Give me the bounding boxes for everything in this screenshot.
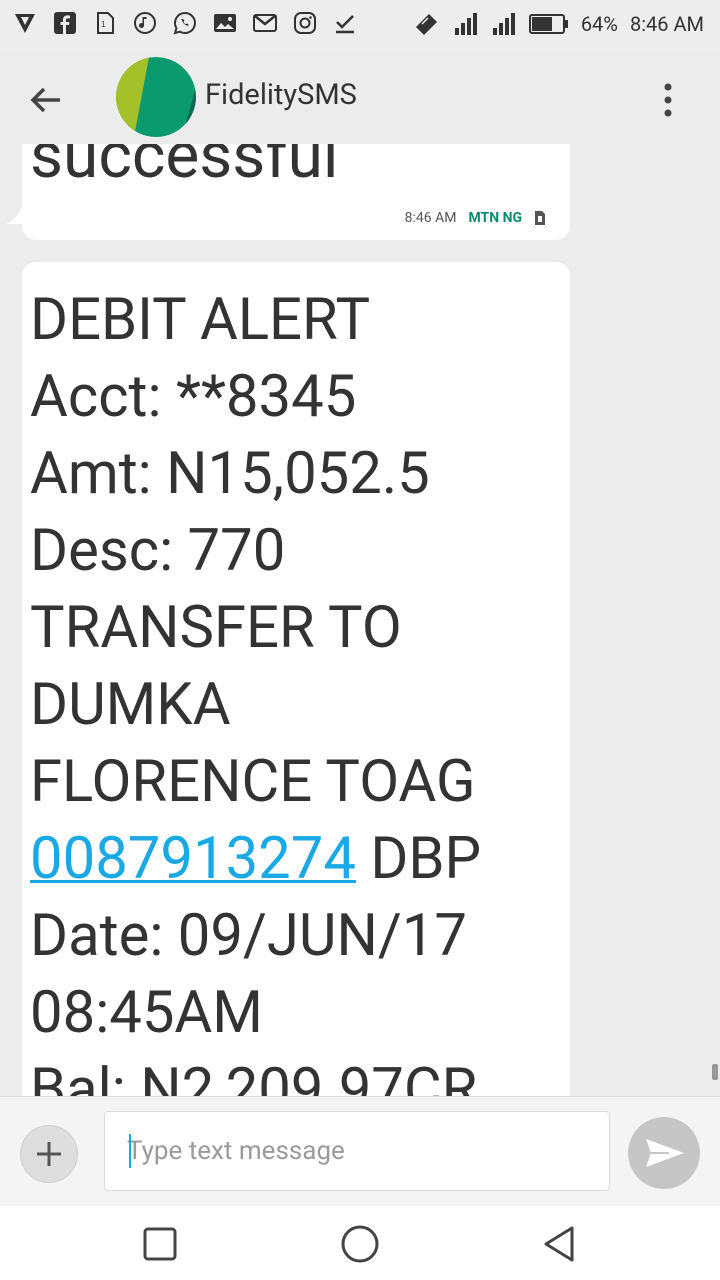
battery-icon [528,14,568,34]
status-bar: 1 64% 8:46 AM [0,0,720,52]
message-line: DEBIT ALERT [30,286,371,354]
carrier-label: MTN NG [468,210,522,226]
triangle-back-icon [544,1226,574,1262]
whatsapp-icon [172,10,198,36]
message-line: Amt: N15,052.5 [30,440,430,508]
signal-icon [492,13,515,35]
send-button[interactable] [628,1117,700,1189]
message-list[interactable]: successful 8:46 AM MTN NG DEBIT ALERT Ac… [0,144,720,1096]
send-icon [646,1139,684,1167]
message-time: 8:46 AM [404,210,457,226]
system-icons: 64% 8:46 AM [413,11,704,37]
plus-icon [37,1142,61,1166]
back-nav-button[interactable] [536,1220,584,1268]
message-line: FLORENCE TOAG [30,748,476,816]
attach-button[interactable] [20,1125,78,1183]
message-line: DUMKA [30,671,231,739]
sim-card-icon [535,211,545,225]
message-body: DEBIT ALERT Acct: **8345 Amt: N15,052.5 … [30,282,565,1096]
vpn-icon [12,10,38,36]
message-line-suffix: DBP [355,825,482,893]
message-line: 0087913274 DBP [30,821,565,898]
circle-icon [341,1225,379,1263]
message-text: successful [30,144,339,193]
recents-button[interactable] [136,1220,184,1268]
check-icon [332,10,358,36]
message-bubble[interactable]: DEBIT ALERT Acct: **8345 Amt: N15,052.5 … [22,262,570,1096]
back-arrow-icon [30,87,60,113]
facebook-icon [52,10,78,36]
message-bubble[interactable]: successful 8:46 AM MTN NG [22,144,570,240]
message-input[interactable] [105,1112,599,1190]
back-button[interactable] [24,78,68,122]
gallery-icon [212,10,238,36]
sim-icon: 1 [92,10,118,36]
overflow-menu-button[interactable] [656,80,680,120]
message-line: Date: 09/JUN/17 [30,902,468,970]
conversation-title[interactable]: FidelitySMS [205,78,357,112]
contact-avatar[interactable] [116,57,196,137]
signal-icon [454,13,477,35]
bubble-tail [6,206,28,224]
message-line: Bal: N2,209.97CR [30,1056,478,1096]
more-vert-icon [664,83,672,117]
message-line: 08:45AM [30,979,263,1047]
message-line: Acct: **8345 [30,363,357,431]
gmail-icon [252,10,278,36]
message-meta: 8:46 AM MTN NG [405,210,546,226]
svg-text:1: 1 [101,20,106,29]
data-icon [415,14,437,35]
message-line: Desc: 770 [30,517,286,585]
square-icon [143,1227,177,1261]
message-input-box[interactable] [104,1111,610,1191]
phone-number-link[interactable]: 0087913274 [30,825,356,893]
navigation-bar [0,1206,720,1280]
music-icon [132,10,158,36]
home-button[interactable] [336,1220,384,1268]
text-cursor [129,1134,131,1168]
composer [0,1096,720,1207]
battery-percent: 64% [580,12,618,36]
scrollbar[interactable] [712,1064,718,1080]
app-bar: FidelitySMS [0,52,720,144]
notification-icons: 1 [12,10,358,36]
message-line: TRANSFER TO [30,594,402,662]
clock: 8:46 AM [629,12,704,36]
instagram-icon [292,10,318,36]
